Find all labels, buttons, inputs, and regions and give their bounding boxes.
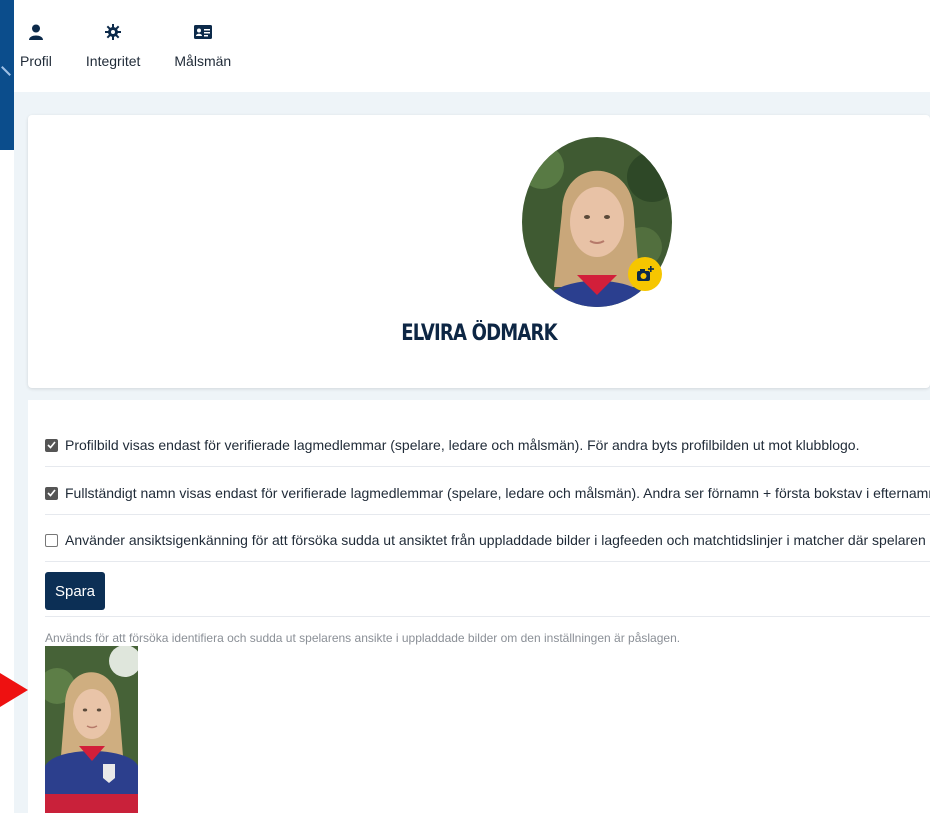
change-photo-button[interactable]	[628, 257, 662, 291]
privacy-option-row: Använder ansiktsigenkänning för att förs…	[45, 519, 930, 562]
tab-malsman[interactable]: Målsmän	[174, 22, 231, 69]
privacy-option-row: Profilbild visas endast för verifierade …	[45, 424, 930, 467]
red-arrow-annotation	[0, 673, 28, 707]
option-label: Fullständigt namn visas endast för verif…	[65, 485, 930, 501]
player-name: ELVIRA ÖDMARK	[401, 321, 557, 346]
check-icon	[47, 489, 56, 497]
privacy-settings-card: Profilbild visas endast för verifierade …	[28, 400, 930, 813]
id-card-icon	[193, 22, 212, 42]
camera-plus-icon	[637, 266, 654, 281]
profile-card: ELVIRA ÖDMARK	[28, 115, 930, 388]
tab-integritet[interactable]: Integritet	[86, 22, 140, 69]
option-label: Använder ansiktsigenkänning för att förs…	[65, 532, 930, 548]
tab-label: Målsmän	[174, 53, 232, 69]
gear-icon	[105, 22, 122, 42]
save-button[interactable]: Spara	[45, 572, 105, 610]
face-blur-checkbox[interactable]	[45, 533, 58, 547]
tab-label: Integritet	[85, 53, 141, 69]
privacy-option-row: Fullständigt namn visas endast för verif…	[45, 472, 930, 515]
face-reference-help-text: Används för att försöka identifiera och …	[45, 631, 681, 645]
face-reference-photo	[45, 646, 138, 813]
profile-photo-checkbox[interactable]	[45, 438, 58, 452]
check-icon	[47, 441, 56, 449]
tab-profil[interactable]: Profil	[20, 22, 52, 69]
option-label: Profilbild visas endast för verifierade …	[65, 437, 860, 453]
full-name-checkbox[interactable]	[45, 486, 58, 500]
tab-label: Profil	[20, 53, 52, 69]
user-icon	[28, 22, 43, 42]
left-panel-edge	[0, 0, 14, 150]
profile-tabs: Profil Integritet Målsmän	[20, 22, 265, 69]
panel-edge-line	[1, 66, 11, 76]
divider	[45, 616, 930, 617]
